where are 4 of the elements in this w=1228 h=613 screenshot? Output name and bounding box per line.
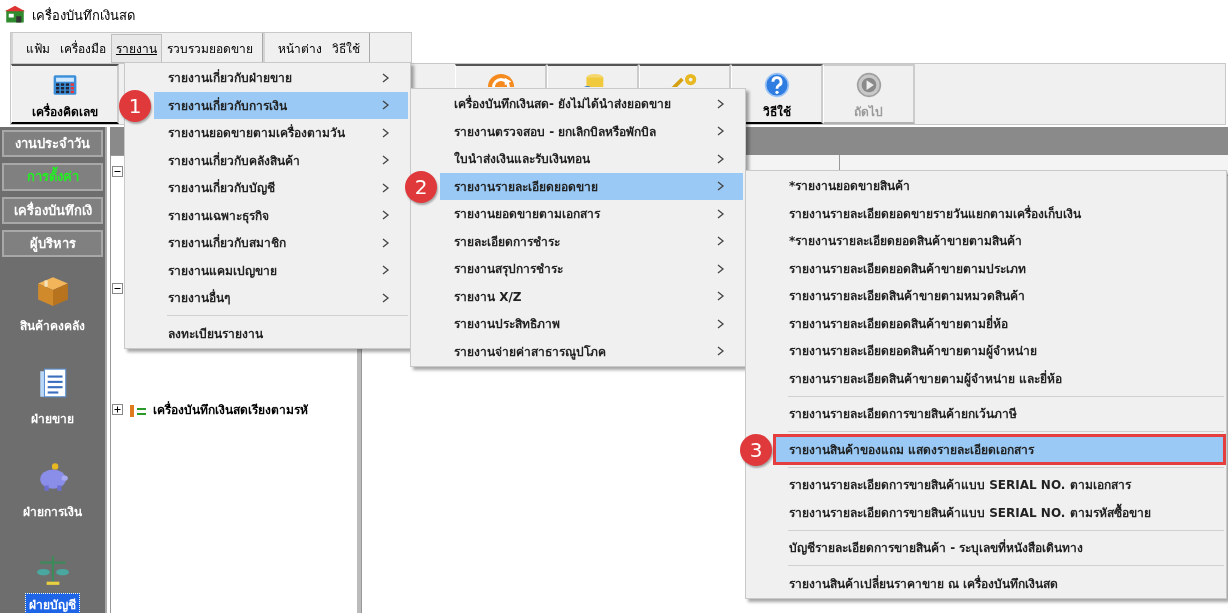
step-badge: 1: [119, 90, 151, 122]
step-badge: 3: [740, 434, 772, 466]
step-badge: 2: [405, 171, 437, 203]
window-title: เครื่องบันทึกเงินสด: [32, 6, 135, 25]
